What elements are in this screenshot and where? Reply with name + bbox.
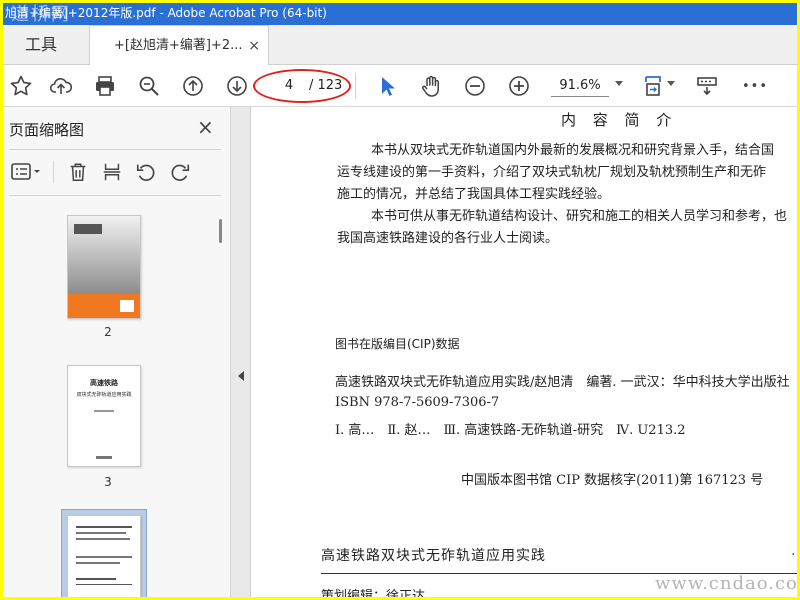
paragraph-line: 我国高速铁路建设的各行业人士阅读。: [337, 231, 559, 246]
more-icon[interactable]: •••: [741, 72, 769, 100]
thumbnail-options-icon[interactable]: [9, 159, 43, 185]
fit-page-icon[interactable]: [639, 72, 667, 100]
thumbnail-page-4[interactable]: [67, 515, 141, 597]
page-thumbnails-panel: 页面缩略图 × 2 高速铁路 双块式无砟轨道应用实践 3: [3, 107, 231, 597]
rotate-left-icon[interactable]: [133, 159, 159, 185]
select-cursor-icon[interactable]: [373, 72, 401, 100]
thumbnail-author-line: [94, 410, 114, 412]
thumbnail-page-3[interactable]: 高速铁路 双块式无砟轨道应用实践: [67, 365, 141, 467]
thumbnail-subtitle: 双块式无砟轨道应用实践: [76, 392, 132, 398]
acrobat-window: 旭清+编著]+2012年版.pdf - Adobe Acrobat Pro (6…: [3, 3, 797, 597]
thumbnail-title: 高速铁路: [90, 379, 118, 387]
main-toolbar: 4 / 123 91.6% •••: [3, 65, 797, 107]
panel-splitter[interactable]: [231, 107, 251, 597]
print-icon[interactable]: [91, 72, 119, 100]
tab-tools[interactable]: 工具: [3, 25, 79, 65]
zoom-in-icon[interactable]: [505, 72, 533, 100]
page-heading: 内 容 简 介: [561, 111, 678, 129]
upload-icon[interactable]: [47, 72, 75, 100]
panel-tool-divider: [53, 161, 54, 183]
scroll-mode-icon[interactable]: [693, 72, 721, 100]
fit-page-chevron-icon[interactable]: [667, 81, 675, 86]
paragraph-line: 本书可供从事无砟轨道结构设计、研究和施工的相关人员学习和参考，也: [371, 209, 788, 224]
panel-title: 页面缩略图: [9, 121, 85, 139]
extract-page-icon[interactable]: [99, 159, 125, 185]
toolbar-divider: [355, 73, 356, 99]
paragraph-line: 施工的情况，并总结了我国具体工程实践经验。: [337, 187, 611, 202]
watermark-logo: 道桥网: [11, 4, 71, 25]
site-watermark: www.cndao.com: [655, 573, 797, 594]
thumbnail-label: 3: [104, 475, 112, 489]
thumbnail-list: 2 高速铁路 双块式无砟轨道应用实践 3: [3, 201, 213, 597]
page-up-icon[interactable]: [179, 72, 207, 100]
thumbnail-label: 2: [104, 325, 112, 339]
collapse-arrow-icon[interactable]: [238, 371, 244, 381]
thumbnail-text-line: [76, 562, 120, 564]
zoom-out-icon[interactable]: [461, 72, 489, 100]
paragraph-line: 运专线建设的第一手资料，介绍了双块式轨枕厂规划及轨枕预制生产和无砟: [337, 165, 767, 180]
cip-isbn: ISBN 978-7-5609-7306-7: [335, 395, 500, 410]
thumbnail-text-line: [76, 532, 126, 534]
thumbnail-text-line: [76, 556, 132, 558]
thumbnail-text-line: [76, 526, 132, 528]
cip-record-number: 中国版本图书馆 CIP 数据核字(2011)第 167123 号: [461, 473, 764, 488]
tab-document[interactable]: +[赵旭清+编著]+2... ×: [89, 25, 269, 66]
zoom-level-select[interactable]: 91.6%: [551, 75, 609, 97]
editor-line: 策划编辑：徐正达: [321, 589, 426, 597]
cip-heading: 图书在版编目(CIP)数据: [335, 337, 460, 351]
thumbnail-publisher-mark: [96, 456, 112, 459]
panel-divider-lower: [9, 195, 221, 196]
hand-icon[interactable]: [417, 72, 445, 100]
thumbnail-scrollbar[interactable]: [219, 219, 222, 243]
tab-row: 工具 +[赵旭清+编著]+2... ×: [3, 25, 797, 66]
delete-icon[interactable]: [65, 159, 91, 185]
thumbnail-rule: [76, 584, 132, 585]
edge-mark: ·: [791, 547, 796, 563]
thumbnail-text-line: [76, 578, 116, 580]
zoom-search-icon[interactable]: [135, 72, 163, 100]
cover-image: [74, 224, 102, 234]
chevron-down-icon[interactable]: [615, 81, 623, 86]
thumbnail-text-line: [76, 538, 130, 540]
document-view[interactable]: 内 容 简 介 本书从双块式无砟轨道国内外最新的发展概况和研究背景入手，结合国 …: [251, 107, 797, 597]
cip-classification: Ⅰ. 高… Ⅱ. 赵… Ⅲ. 高速铁路-无砟轨道-研究 Ⅳ. U213.2: [335, 423, 686, 438]
page-highlight-circle: [253, 69, 351, 103]
cip-line: 高速铁路双块式无砟轨道应用实践/赵旭清 编著. 一武汉：华中科技大学出版社: [335, 375, 790, 390]
rotate-right-icon[interactable]: [167, 159, 193, 185]
title-bar: 旭清+编著]+2012年版.pdf - Adobe Acrobat Pro (6…: [3, 3, 797, 25]
paragraph-line: 本书从双块式无砟轨道国内外最新的发展概况和研究背景入手，结合国: [371, 143, 775, 158]
barcode: [120, 300, 134, 312]
pdf-page: 内 容 简 介 本书从双块式无砟轨道国内外最新的发展概况和研究背景入手，结合国 …: [251, 107, 797, 597]
panel-divider: [9, 149, 221, 150]
tab-document-label: +[赵旭清+编著]+2...: [114, 38, 243, 53]
tab-close-icon[interactable]: ×: [248, 26, 260, 66]
book-title: 高速铁路双块式无砟轨道应用实践: [321, 548, 546, 564]
bookmark-star-icon[interactable]: [7, 72, 35, 100]
page-down-icon[interactable]: [223, 72, 251, 100]
thumbnail-page-2[interactable]: [67, 215, 141, 319]
panel-close-icon[interactable]: ×: [197, 115, 214, 139]
